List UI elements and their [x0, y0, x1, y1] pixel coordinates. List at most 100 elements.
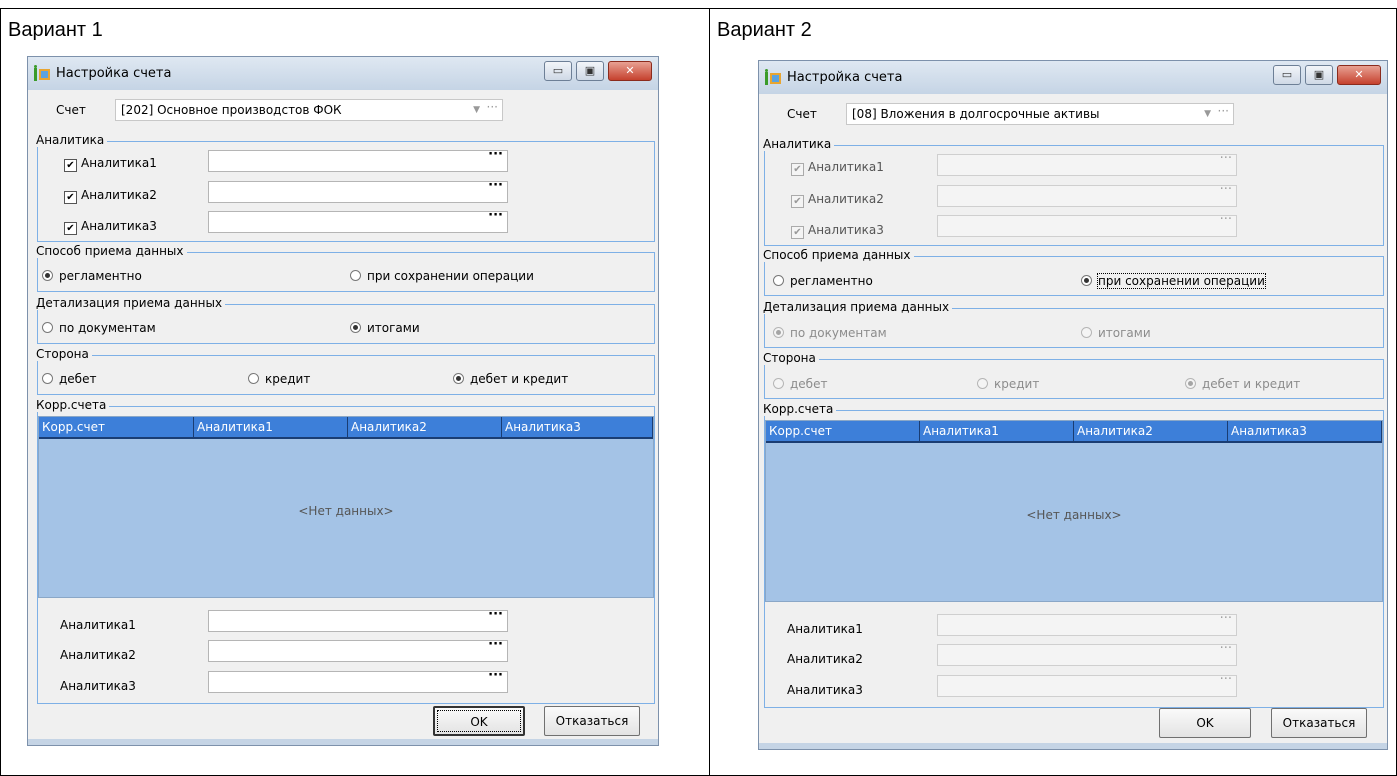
minimize-icon[interactable]: ▭ — [1273, 65, 1301, 85]
maximize-icon[interactable]: ▣ — [1305, 65, 1333, 85]
detail-radio-documents[interactable]: по документам — [773, 326, 887, 340]
title-bar[interactable]: Настройка счета ▭ ▣ ✕ — [758, 60, 1388, 94]
radio-icon — [1081, 327, 1092, 338]
checkbox-label: Аналитика3 — [808, 223, 884, 237]
analytics2-checkbox[interactable]: ✔ Аналитика2 — [791, 192, 884, 208]
radio-label: регламентно — [790, 274, 873, 288]
cancel-button[interactable]: Отказаться — [1271, 708, 1367, 738]
column-header[interactable]: Аналитика1 — [920, 421, 1074, 441]
ellipsis-icon[interactable]: ··· — [488, 668, 503, 683]
account-value: [08] Вложения в долгосрочные активы — [852, 107, 1100, 121]
corr-analytics1-field[interactable]: ··· — [208, 607, 508, 632]
side-radio-both[interactable]: дебет и кредит — [453, 372, 568, 386]
column-header[interactable]: Корр.счет — [766, 421, 920, 441]
account-select[interactable]: [08] Вложения в долгосрочные активы ▼ ··… — [846, 103, 1234, 125]
corr-analytics1-label: Аналитика1 — [787, 622, 863, 636]
analytics1-field[interactable]: ··· — [937, 151, 1237, 176]
method-radio-scheduled[interactable]: регламентно — [773, 274, 873, 288]
detail-group: Детализация приема данных по документам … — [36, 296, 655, 344]
radio-icon — [350, 322, 361, 333]
ellipsis-icon[interactable]: ··· — [487, 100, 498, 117]
ellipsis-icon[interactable]: ··· — [1220, 672, 1232, 687]
column-header[interactable]: Аналитика2 — [1074, 421, 1228, 441]
app-icon — [34, 65, 50, 81]
side-radio-credit[interactable]: кредит — [248, 372, 310, 386]
title-bar[interactable]: Настройка счета ▭ ▣ ✕ — [27, 56, 659, 90]
checkbox-label: Аналитика1 — [81, 156, 157, 170]
checkbox-label: Аналитика1 — [808, 160, 884, 174]
ellipsis-icon[interactable]: ··· — [1218, 104, 1229, 121]
account-label: Счет — [56, 103, 86, 117]
radio-icon — [773, 378, 784, 389]
corr-group: Корр.счета Корр.счет Аналитика1 Аналитик… — [763, 402, 1384, 708]
column-header[interactable]: Корр.счет — [39, 417, 194, 437]
side-radio-debit[interactable]: дебет — [773, 377, 827, 391]
detail-radio-totals[interactable]: итогами — [350, 321, 420, 335]
column-header[interactable]: Аналитика3 — [502, 417, 653, 437]
minimize-icon[interactable]: ▭ — [544, 61, 572, 81]
analytics2-checkbox[interactable]: ✔ Аналитика2 — [64, 188, 157, 204]
checkbox-label: Аналитика2 — [81, 188, 157, 202]
analytics3-field[interactable]: ··· — [208, 208, 508, 233]
window-frame — [28, 739, 658, 745]
ellipsis-icon[interactable]: ··· — [1220, 151, 1232, 166]
check-icon: ✔ — [791, 163, 804, 176]
analytics1-field[interactable]: ··· — [208, 147, 508, 172]
ok-button[interactable]: OK — [1159, 708, 1251, 738]
radio-label: итогами — [1098, 326, 1151, 340]
side-radio-both[interactable]: дебет и кредит — [1185, 377, 1300, 391]
analytics2-field[interactable]: ··· — [208, 178, 508, 203]
analytics1-checkbox[interactable]: ✔ Аналитика1 — [791, 160, 884, 176]
side-radio-debit[interactable]: дебет — [42, 372, 96, 386]
radio-label: итогами — [367, 321, 420, 335]
account-select[interactable]: [202] Основное производстов ФОК ▼ ··· — [115, 99, 503, 121]
ellipsis-icon[interactable]: ··· — [488, 178, 503, 193]
corr-grid[interactable]: Корр.счет Аналитика1 Аналитика2 Аналитик… — [765, 420, 1383, 602]
analytics1-checkbox[interactable]: ✔ Аналитика1 — [64, 156, 157, 172]
radio-label: при сохранении операции — [1097, 273, 1266, 289]
column-header[interactable]: Аналитика2 — [348, 417, 502, 437]
ellipsis-icon[interactable]: ··· — [1220, 182, 1232, 197]
chevron-down-icon[interactable]: ▼ — [1204, 104, 1211, 124]
method-radio-scheduled[interactable]: регламентно — [42, 269, 142, 283]
corr-analytics3-field[interactable]: ··· — [937, 672, 1237, 697]
ellipsis-icon[interactable]: ··· — [488, 607, 503, 622]
analytics3-field[interactable]: ··· — [937, 212, 1237, 237]
corr-analytics1-field[interactable]: ··· — [937, 611, 1237, 636]
ok-button[interactable]: OK — [433, 706, 525, 736]
column-header[interactable]: Аналитика1 — [194, 417, 348, 437]
analytics3-checkbox[interactable]: ✔ Аналитика3 — [791, 223, 884, 239]
corr-analytics3-field[interactable]: ··· — [208, 668, 508, 693]
corr-analytics2-field[interactable]: ··· — [937, 641, 1237, 666]
dialog-body: Счет [202] Основное производстов ФОК ▼ ·… — [27, 90, 659, 746]
ellipsis-icon[interactable]: ··· — [1220, 611, 1232, 626]
corr-grid[interactable]: Корр.счет Аналитика1 Аналитика2 Аналитик… — [38, 416, 654, 598]
ellipsis-icon[interactable]: ··· — [488, 208, 503, 223]
detail-radio-documents[interactable]: по документам — [42, 321, 156, 335]
ellipsis-icon[interactable]: ··· — [488, 637, 503, 652]
close-icon[interactable]: ✕ — [1337, 65, 1381, 85]
detail-group: Детализация приема данных по документам … — [763, 300, 1384, 348]
ellipsis-icon[interactable]: ··· — [1220, 641, 1232, 656]
variant1-dialog: Настройка счета ▭ ▣ ✕ Счет [202] Основно… — [27, 56, 659, 746]
close-icon[interactable]: ✕ — [608, 61, 652, 81]
ellipsis-icon[interactable]: ··· — [488, 147, 503, 162]
ellipsis-icon[interactable]: ··· — [1220, 212, 1232, 227]
side-radio-credit[interactable]: кредит — [977, 377, 1039, 391]
method-radio-on-save[interactable]: при сохранении операции — [350, 269, 534, 283]
maximize-icon[interactable]: ▣ — [576, 61, 604, 81]
radio-icon — [350, 270, 361, 281]
column-header[interactable]: Аналитика3 — [1228, 421, 1382, 441]
corr-analytics3-label: Аналитика3 — [60, 679, 136, 693]
radio-icon — [453, 373, 464, 384]
analytics3-checkbox[interactable]: ✔ Аналитика3 — [64, 219, 157, 235]
chevron-down-icon[interactable]: ▼ — [473, 100, 480, 120]
corr-analytics2-field[interactable]: ··· — [208, 637, 508, 662]
detail-radio-totals[interactable]: итогами — [1081, 326, 1151, 340]
cancel-button[interactable]: Отказаться — [544, 706, 640, 736]
window-title: Настройка счета — [787, 70, 903, 85]
method-radio-on-save[interactable]: при сохранении операции — [1081, 273, 1266, 289]
radio-icon — [773, 327, 784, 338]
analytics2-field[interactable]: ··· — [937, 182, 1237, 207]
detail-group-title: Детализация приема данных — [36, 296, 226, 310]
